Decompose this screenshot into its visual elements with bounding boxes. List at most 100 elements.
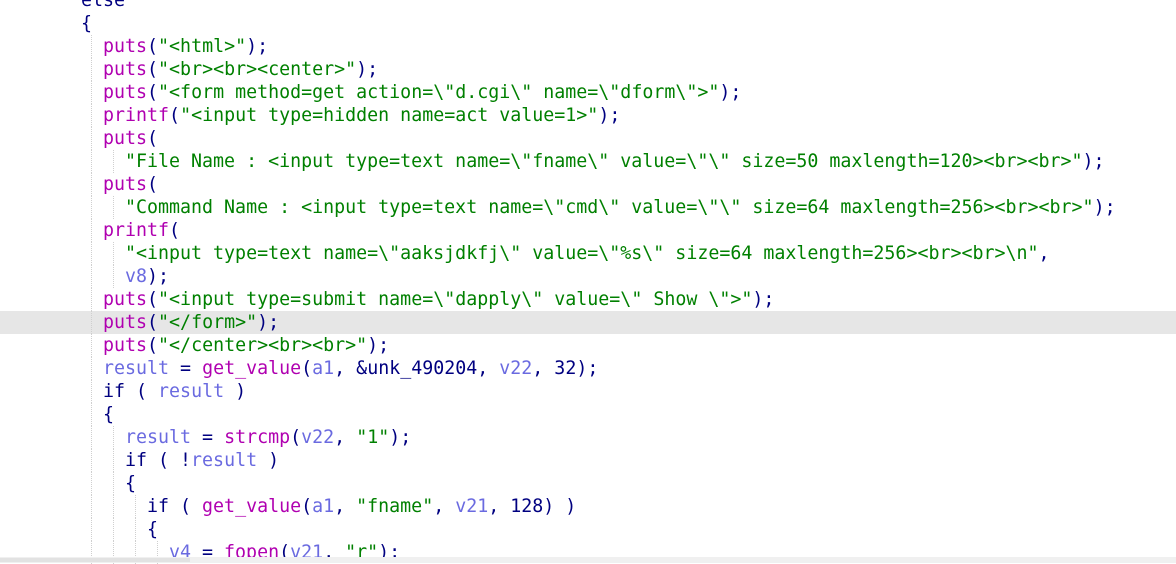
code-token: ); [389, 427, 412, 448]
code-token: , [334, 496, 357, 517]
indent-guide [91, 196, 92, 219]
indent-guide [91, 173, 92, 196]
code-token: ); [257, 312, 280, 333]
indent-guide [91, 495, 92, 518]
code-line[interactable]: if ( get_value(a1, "fname", v21, 128) ) [0, 495, 1176, 518]
code-view[interactable]: else{puts("<html>"); puts("<br><br><cente… [0, 0, 1176, 564]
code-text: { [125, 472, 136, 495]
code-token: ( [147, 312, 159, 333]
code-token: ( [147, 82, 159, 103]
code-line[interactable]: if ( result ) [0, 380, 1176, 403]
code-token: , [433, 496, 456, 517]
code-token: "<input type=hidden name=act value=1>" [180, 105, 599, 126]
indent-guide [113, 518, 114, 541]
code-line[interactable]: { [0, 518, 1176, 541]
indent-guide [91, 81, 92, 104]
code-token: result [125, 427, 192, 448]
code-token: if [147, 496, 170, 517]
code-line[interactable]: printf( [0, 219, 1176, 242]
code-text: puts("<br><br><center>"); [103, 58, 378, 81]
code-token: result [191, 450, 258, 471]
code-token: "Command Name : <input type=text name=\"… [125, 197, 1094, 218]
indent-guide [91, 58, 92, 81]
code-token: , [334, 427, 357, 448]
indent-guide [91, 449, 92, 472]
code-token: ); [752, 289, 775, 310]
code-line[interactable]: puts("<html>"); [0, 35, 1176, 58]
indent-guide [91, 472, 92, 495]
code-line[interactable]: "Command Name : <input type=text name=\"… [0, 196, 1176, 219]
code-token: ); [1093, 197, 1116, 218]
code-token: { [147, 519, 159, 540]
code-line[interactable]: v8); [0, 265, 1176, 288]
code-token: puts [103, 174, 148, 195]
code-token: a1 [312, 358, 335, 379]
code-token: ); [598, 105, 621, 126]
code-token: "1" [356, 427, 390, 448]
code-line[interactable]: result = get_value(a1, &unk_490204, v22,… [0, 357, 1176, 380]
code-token: result [103, 358, 170, 379]
code-text: if ( !result ) [125, 449, 279, 472]
code-token: { [125, 473, 137, 494]
horizontal-scrollbar[interactable] [0, 557, 1176, 563]
code-line[interactable]: { [0, 403, 1176, 426]
code-text: puts("</form>"); [103, 311, 279, 334]
indent-guide [91, 403, 92, 426]
code-token: ( [147, 128, 159, 149]
indent-guide [113, 196, 114, 219]
code-token: ( [147, 289, 159, 310]
code-text: "File Name : <input type=text name=\"fna… [125, 150, 1105, 173]
code-token: "<html>" [158, 36, 247, 57]
code-token: , [1038, 243, 1050, 264]
indent-guide [91, 104, 92, 127]
code-line[interactable]: "<input type=text name=\"aaksjdkfj\" val… [0, 242, 1176, 265]
code-token: get_value [202, 496, 302, 517]
code-token: "File Name : <input type=text name=\"fna… [125, 151, 1083, 172]
code-line[interactable]: printf("<input type=hidden name=act valu… [0, 104, 1176, 127]
code-line[interactable]: { [0, 12, 1176, 35]
code-line[interactable]: "File Name : <input type=text name=\"fna… [0, 150, 1176, 173]
code-line[interactable]: puts( [0, 127, 1176, 150]
code-token: v21 [455, 496, 489, 517]
indent-guide [113, 472, 114, 495]
indent-guide [91, 265, 92, 288]
indent-guide [113, 242, 114, 265]
code-token: ( [147, 335, 159, 356]
code-token: puts [103, 289, 148, 310]
indent-guide [91, 380, 92, 403]
code-token: v22 [499, 358, 533, 379]
code-line[interactable]: puts("<form method=get action=\"d.cgi\" … [0, 81, 1176, 104]
indent-guide [91, 334, 92, 357]
code-token: ) [224, 381, 247, 402]
code-text: { [147, 518, 158, 541]
code-line[interactable]: puts("</form>"); [0, 311, 1176, 334]
code-line[interactable]: puts("<br><br><center>"); [0, 58, 1176, 81]
code-token: ); [1082, 151, 1105, 172]
code-token: get_value [202, 358, 302, 379]
code-token: puts [103, 128, 148, 149]
code-token: = [169, 358, 203, 379]
code-line[interactable]: puts( [0, 173, 1176, 196]
code-text: puts("<input type=submit name=\"dapply\"… [103, 288, 774, 311]
code-token: ); [147, 266, 170, 287]
code-line[interactable]: if ( !result ) [0, 449, 1176, 472]
indent-guide [113, 495, 114, 518]
code-token: ) [257, 450, 280, 471]
code-token: puts [103, 82, 148, 103]
code-token: ); [246, 36, 269, 57]
scrollbar-thumb[interactable] [0, 558, 190, 562]
code-token: result [158, 381, 225, 402]
code-token: puts [103, 36, 148, 57]
code-line[interactable]: else [0, 0, 1176, 12]
code-text: { [81, 12, 92, 35]
code-line[interactable]: { [0, 472, 1176, 495]
code-token: a1 [312, 496, 335, 517]
code-text: else [81, 0, 125, 12]
indent-guide [135, 518, 136, 541]
code-line[interactable]: puts("</center><br><br>"); [0, 334, 1176, 357]
indent-guide [91, 357, 92, 380]
code-token: "</form>" [158, 312, 258, 333]
code-text: "<input type=text name=\"aaksjdkfj\" val… [125, 242, 1050, 265]
code-line[interactable]: puts("<input type=submit name=\"dapply\"… [0, 288, 1176, 311]
code-line[interactable]: result = strcmp(v22, "1"); [0, 426, 1176, 449]
